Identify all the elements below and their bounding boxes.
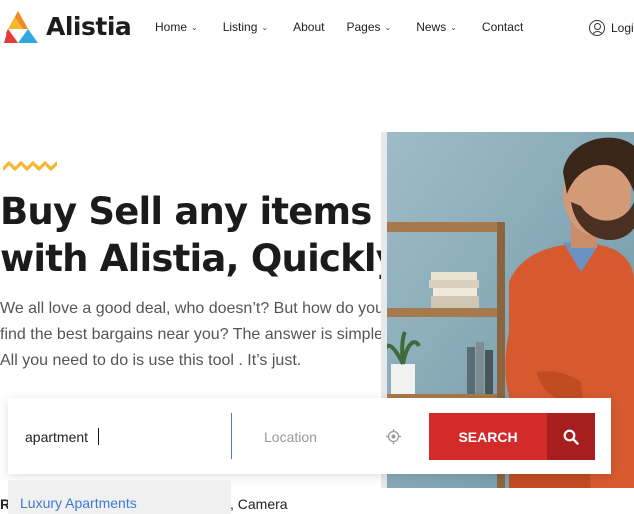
nav-item-listing[interactable]: Listing ⌄ [223, 20, 268, 34]
logo-mark-icon [4, 11, 38, 43]
hero-subtitle-line: find the best bargains near you? The ans… [0, 326, 383, 343]
chevron-down-icon: ⌄ [384, 22, 392, 32]
autocomplete-item[interactable]: Luxury Apartments [20, 495, 137, 511]
autocomplete-dropdown: Luxury Apartments [8, 480, 231, 514]
hero-title-line: Buy Sell any items [0, 190, 372, 233]
location-input[interactable] [264, 426, 384, 448]
keyword-input[interactable] [25, 426, 225, 448]
search-icon [547, 413, 595, 460]
squiggle-decoration-icon [3, 161, 57, 171]
nav-item-label: Contact [481, 20, 524, 34]
hero-subtitle: We all love a good deal, who doesn’t? Bu… [0, 296, 383, 374]
logo-text: Alistia [46, 11, 132, 41]
hero-title: Buy Sell any items with Alistia, Quickly… [0, 188, 416, 282]
crosshair-location-icon[interactable] [386, 429, 401, 444]
main-nav: Home ⌄ Listing ⌄ About Pages ⌄ News ⌄ Co… [155, 20, 523, 34]
hero-title-line: with Alistia, Quickly! [0, 237, 416, 280]
nav-item-label: Listing [222, 20, 258, 34]
hero-subtitle-line: We all love a good deal, who doesn’t? Bu… [0, 300, 383, 317]
hero-subtitle-line: All you need to do is use this tool . It… [0, 352, 302, 369]
search-button-label: SEARCH [458, 428, 518, 445]
text-caret [98, 428, 99, 445]
chevron-down-icon: ⌄ [261, 22, 269, 32]
nav-item-contact[interactable]: Contact [482, 20, 523, 34]
search-button[interactable]: SEARCH [429, 413, 595, 460]
search-bar: SEARCH [8, 398, 611, 474]
user-icon [589, 20, 605, 36]
nav-item-about[interactable]: About [293, 20, 324, 34]
nav-item-label: Home [155, 20, 188, 34]
nav-item-home[interactable]: Home ⌄ [155, 20, 198, 34]
nav-item-label: About [293, 20, 325, 34]
login-link[interactable]: Logi [589, 20, 634, 36]
chevron-down-icon: ⌄ [191, 22, 198, 32]
chevron-down-icon: ⌄ [450, 22, 457, 32]
nav-item-label: News [416, 20, 447, 34]
site-header: Alistia Home ⌄ Listing ⌄ About Pages ⌄ N… [0, 0, 634, 60]
nav-item-label: Pages [346, 20, 381, 34]
field-divider [231, 413, 232, 459]
login-label: Logi [611, 21, 634, 35]
popular-searches-tail: , Camera [230, 496, 288, 512]
nav-item-news[interactable]: News ⌄ [416, 20, 457, 34]
logo[interactable]: Alistia [4, 9, 132, 43]
nav-item-pages[interactable]: Pages ⌄ [346, 20, 391, 34]
